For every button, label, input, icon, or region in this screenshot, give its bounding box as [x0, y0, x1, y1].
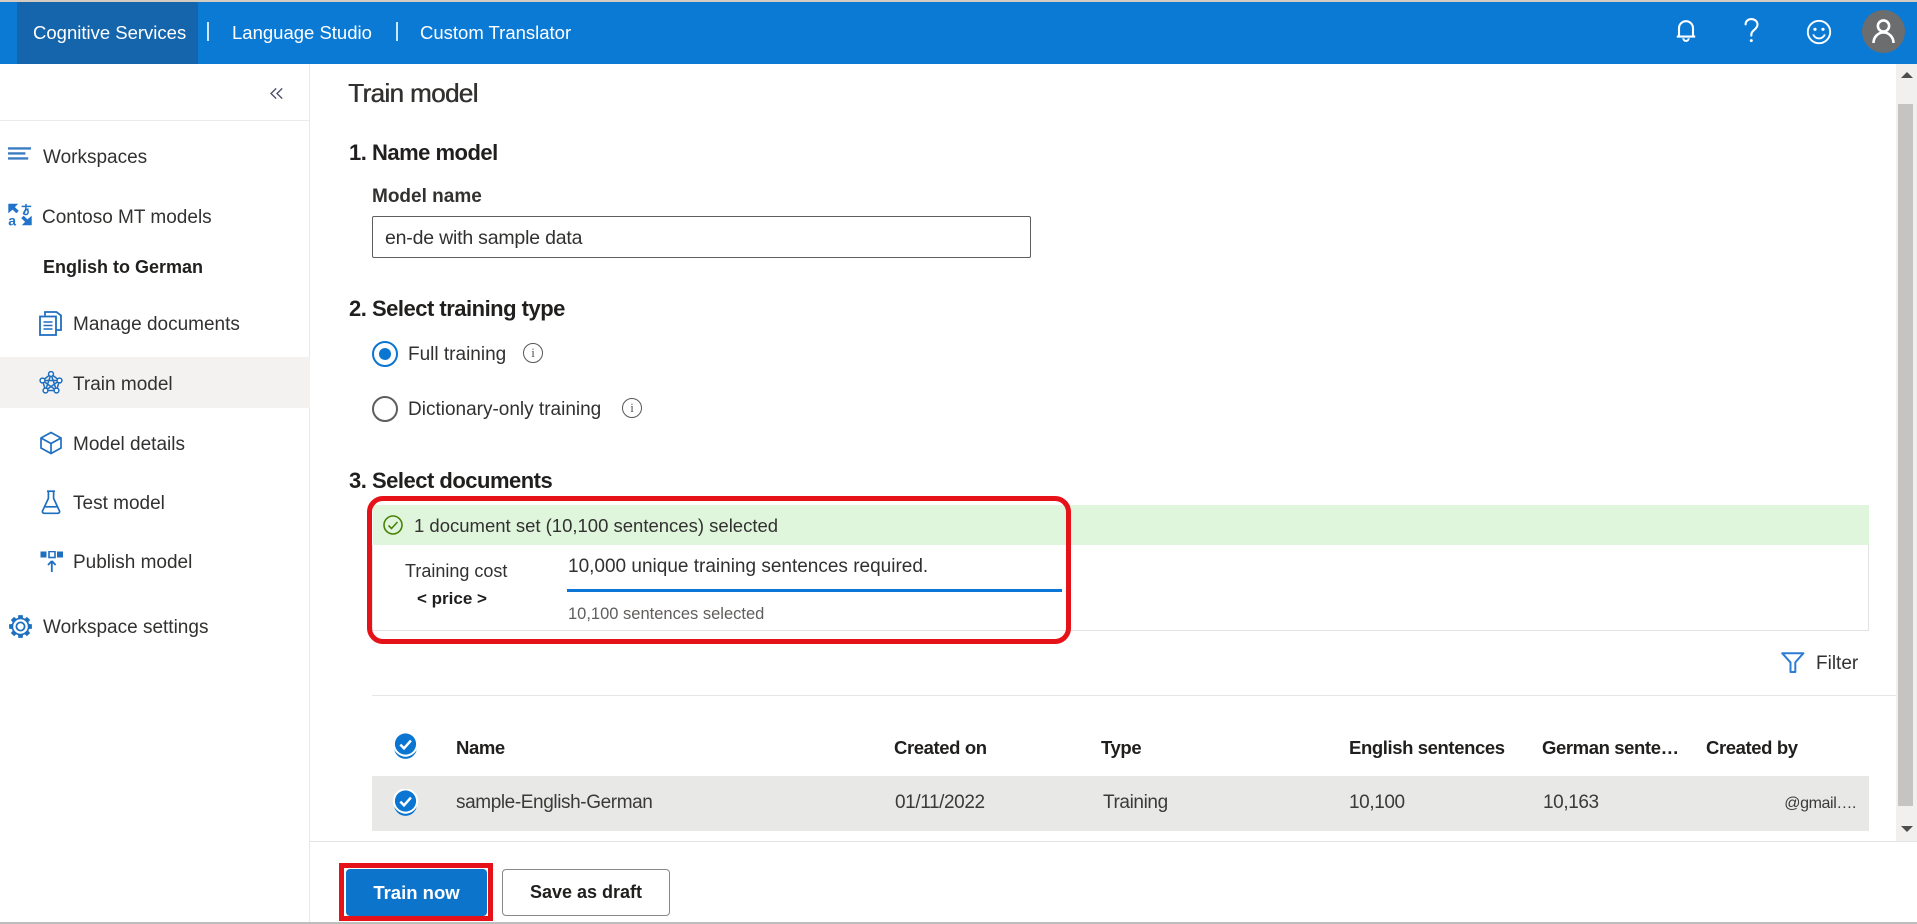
svg-text:a: a	[8, 213, 16, 228]
